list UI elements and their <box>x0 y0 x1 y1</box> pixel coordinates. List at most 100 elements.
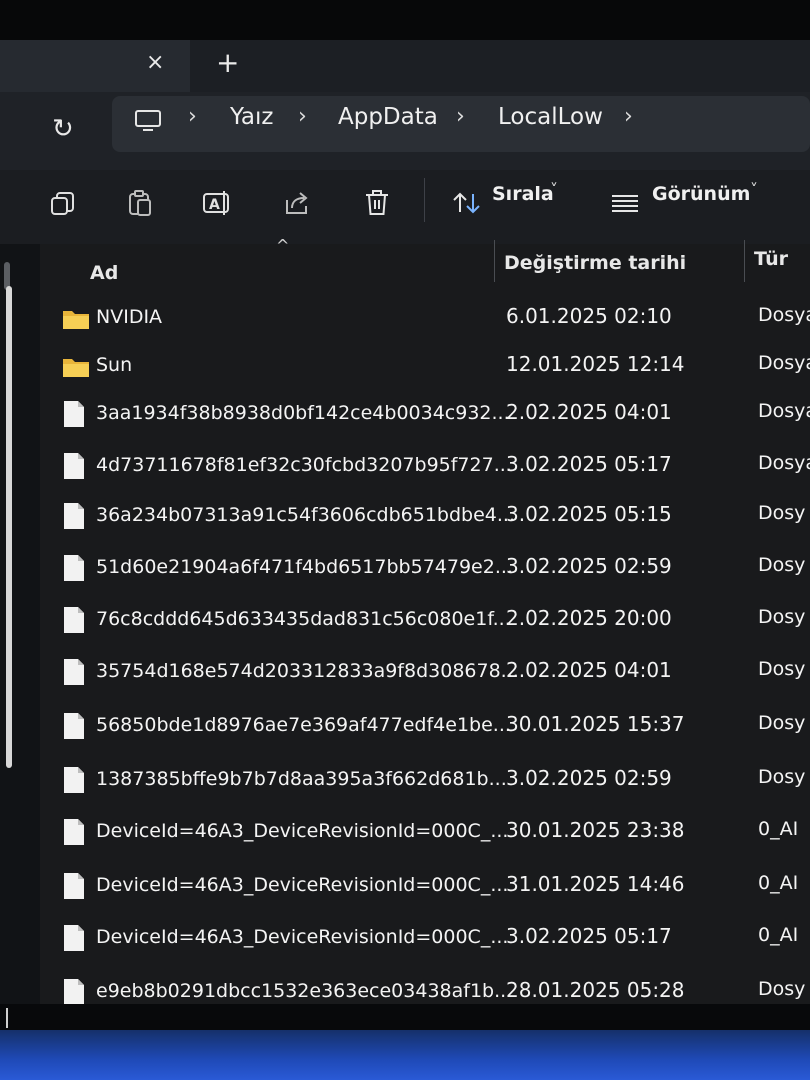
breadcrumb-chevron-icon[interactable]: › <box>456 104 465 129</box>
table-row[interactable]: 76c8cddd645d633435dad831c56c080e1f... 2.0… <box>62 600 810 640</box>
folder-icon <box>63 359 89 377</box>
file-type: 0_AI <box>758 924 799 946</box>
svg-text:A: A <box>209 197 220 213</box>
file-icon <box>64 819 84 845</box>
file-name: 35754d168e574d203312833a9f8d308678... <box>96 660 519 682</box>
sort-button[interactable]: Sırala <box>492 183 554 205</box>
file-modified-date: 3.02.2025 05:17 <box>506 924 672 948</box>
file-name: 1387385bffe9b7b7d8aa395a3f662d681b... <box>96 768 507 790</box>
file-name: e9eb8b0291dbcc1532e363ece03438af1b... <box>96 980 513 1002</box>
file-icon <box>64 453 84 479</box>
file-icon <box>64 925 84 951</box>
file-modified-date: 28.01.2025 05:28 <box>506 978 685 1002</box>
file-type: Dosy <box>758 658 806 680</box>
file-type: Dosya <box>758 400 810 422</box>
table-row[interactable]: 3aa1934f38b8938d0bf142ce4b0034c932... 2.0… <box>62 394 810 434</box>
sort-dropdown-icon[interactable]: ˅ <box>550 180 558 199</box>
column-header-name[interactable]: Ad <box>90 262 118 284</box>
breadcrumb-appdata[interactable]: AppData <box>338 104 438 130</box>
file-type: Dosya <box>758 304 810 326</box>
nav-scrollbar[interactable] <box>6 286 12 768</box>
breadcrumb-chevron-icon[interactable]: › <box>624 104 633 129</box>
table-row[interactable]: DeviceId=46A3_DeviceRevisionId=000C_... 3… <box>62 918 810 958</box>
file-modified-date: 30.01.2025 23:38 <box>506 818 685 842</box>
table-row[interactable]: 35754d168e574d203312833a9f8d308678... 2.0… <box>62 652 810 692</box>
file-type: Dosya <box>758 452 810 474</box>
file-name: NVIDIA <box>96 306 163 328</box>
screen-bezel <box>0 0 810 40</box>
close-tab-icon[interactable]: × <box>146 50 164 75</box>
file-name: DeviceId=46A3_DeviceRevisionId=000C_... <box>96 820 509 842</box>
column-header-type[interactable]: Tür <box>754 248 788 270</box>
view-button[interactable]: Görünüm <box>652 183 750 205</box>
column-divider[interactable] <box>494 240 495 282</box>
text-cursor <box>6 1008 8 1028</box>
table-row[interactable]: 4d73711678f81ef32c30fcbd3207b95f727... 3.… <box>62 446 810 486</box>
file-icon <box>64 607 84 633</box>
breadcrumb-yaiz[interactable]: Yaız <box>230 104 273 130</box>
table-row[interactable]: 36a234b07313a91c54f3606cdb651bdbe4... 3.0… <box>62 496 810 536</box>
file-modified-date: 12.01.2025 12:14 <box>506 352 685 376</box>
file-icon <box>64 873 84 899</box>
file-modified-date: 31.01.2025 14:46 <box>506 872 685 896</box>
column-divider[interactable] <box>744 240 745 282</box>
breadcrumb-chevron-icon[interactable]: › <box>188 104 197 129</box>
copy-icon[interactable] <box>46 186 80 220</box>
this-pc-icon[interactable] <box>134 110 162 132</box>
file-name: DeviceId=46A3_DeviceRevisionId=000C_... <box>96 926 509 948</box>
table-row[interactable]: NVIDIA 6.01.2025 02:10 Dosya <box>62 298 810 338</box>
desktop-taskbar <box>0 1030 810 1080</box>
new-tab-icon[interactable]: + <box>216 46 239 79</box>
table-row[interactable]: 1387385bffe9b7b7d8aa395a3f662d681b... 3.0… <box>62 760 810 800</box>
file-modified-date: 3.02.2025 02:59 <box>506 554 672 578</box>
file-type: Dosy <box>758 712 806 734</box>
table-row[interactable]: 56850bde1d8976ae7e369af477edf4e1be... 30.… <box>62 706 810 746</box>
file-name: 76c8cddd645d633435dad831c56c080e1f... <box>96 608 511 630</box>
file-name: DeviceId=46A3_DeviceRevisionId=000C_... <box>96 874 509 896</box>
file-type: Dosy <box>758 554 806 576</box>
file-modified-date: 2.02.2025 04:01 <box>506 658 672 682</box>
share-icon[interactable] <box>280 186 314 220</box>
file-type: Dosy <box>758 978 806 1000</box>
breadcrumb-chevron-icon[interactable]: › <box>298 104 307 129</box>
toolbar-divider <box>424 178 425 222</box>
table-row[interactable]: 51d60e21904a6f471f4bd6517bb57479e2... 3.0… <box>62 548 810 588</box>
file-modified-date: 30.01.2025 15:37 <box>506 712 685 736</box>
file-name: Sun <box>96 354 133 376</box>
sort-icon[interactable] <box>450 186 484 220</box>
paste-icon[interactable] <box>124 186 158 220</box>
file-name: 51d60e21904a6f471f4bd6517bb57479e2... <box>96 556 513 578</box>
folder-icon <box>63 311 89 329</box>
column-header-modified[interactable]: Değiştirme tarihi <box>504 252 686 274</box>
view-dropdown-icon[interactable]: ˅ <box>750 180 758 199</box>
table-row[interactable]: Sun 12.01.2025 12:14 Dosya <box>62 346 810 386</box>
file-modified-date: 2.02.2025 20:00 <box>506 606 672 630</box>
delete-icon[interactable] <box>360 186 394 220</box>
file-icon <box>64 659 84 685</box>
file-name: 3aa1934f38b8938d0bf142ce4b0034c932... <box>96 402 510 424</box>
view-icon[interactable] <box>608 186 642 220</box>
file-name: 4d73711678f81ef32c30fcbd3207b95f727... <box>96 454 512 476</box>
file-type: 0_AI <box>758 818 799 840</box>
file-modified-date: 6.01.2025 02:10 <box>506 304 672 328</box>
file-name: 56850bde1d8976ae7e369af477edf4e1be... <box>96 714 511 736</box>
table-row[interactable]: DeviceId=46A3_DeviceRevisionId=000C_... 3… <box>62 866 810 906</box>
file-type: 0_AI <box>758 872 799 894</box>
table-row[interactable]: DeviceId=46A3_DeviceRevisionId=000C_... 3… <box>62 812 810 852</box>
rename-icon[interactable]: A <box>200 186 234 220</box>
file-icon <box>64 503 84 529</box>
file-modified-date: 3.02.2025 05:15 <box>506 502 672 526</box>
file-type: Dosya <box>758 352 810 374</box>
file-modified-date: 2.02.2025 04:01 <box>506 400 672 424</box>
refresh-icon[interactable]: ↻ <box>52 114 74 144</box>
file-name: 36a234b07313a91c54f3606cdb651bdbe4... <box>96 504 515 526</box>
breadcrumb-locallow[interactable]: LocalLow <box>498 104 603 130</box>
file-icon <box>64 555 84 581</box>
file-type: Dosy <box>758 606 806 628</box>
file-icon <box>64 767 84 793</box>
sort-indicator-icon: ^ <box>276 236 290 255</box>
file-type: Dosy <box>758 766 806 788</box>
file-modified-date: 3.02.2025 02:59 <box>506 766 672 790</box>
window-bottom-edge <box>0 1004 810 1030</box>
file-icon <box>64 401 84 427</box>
